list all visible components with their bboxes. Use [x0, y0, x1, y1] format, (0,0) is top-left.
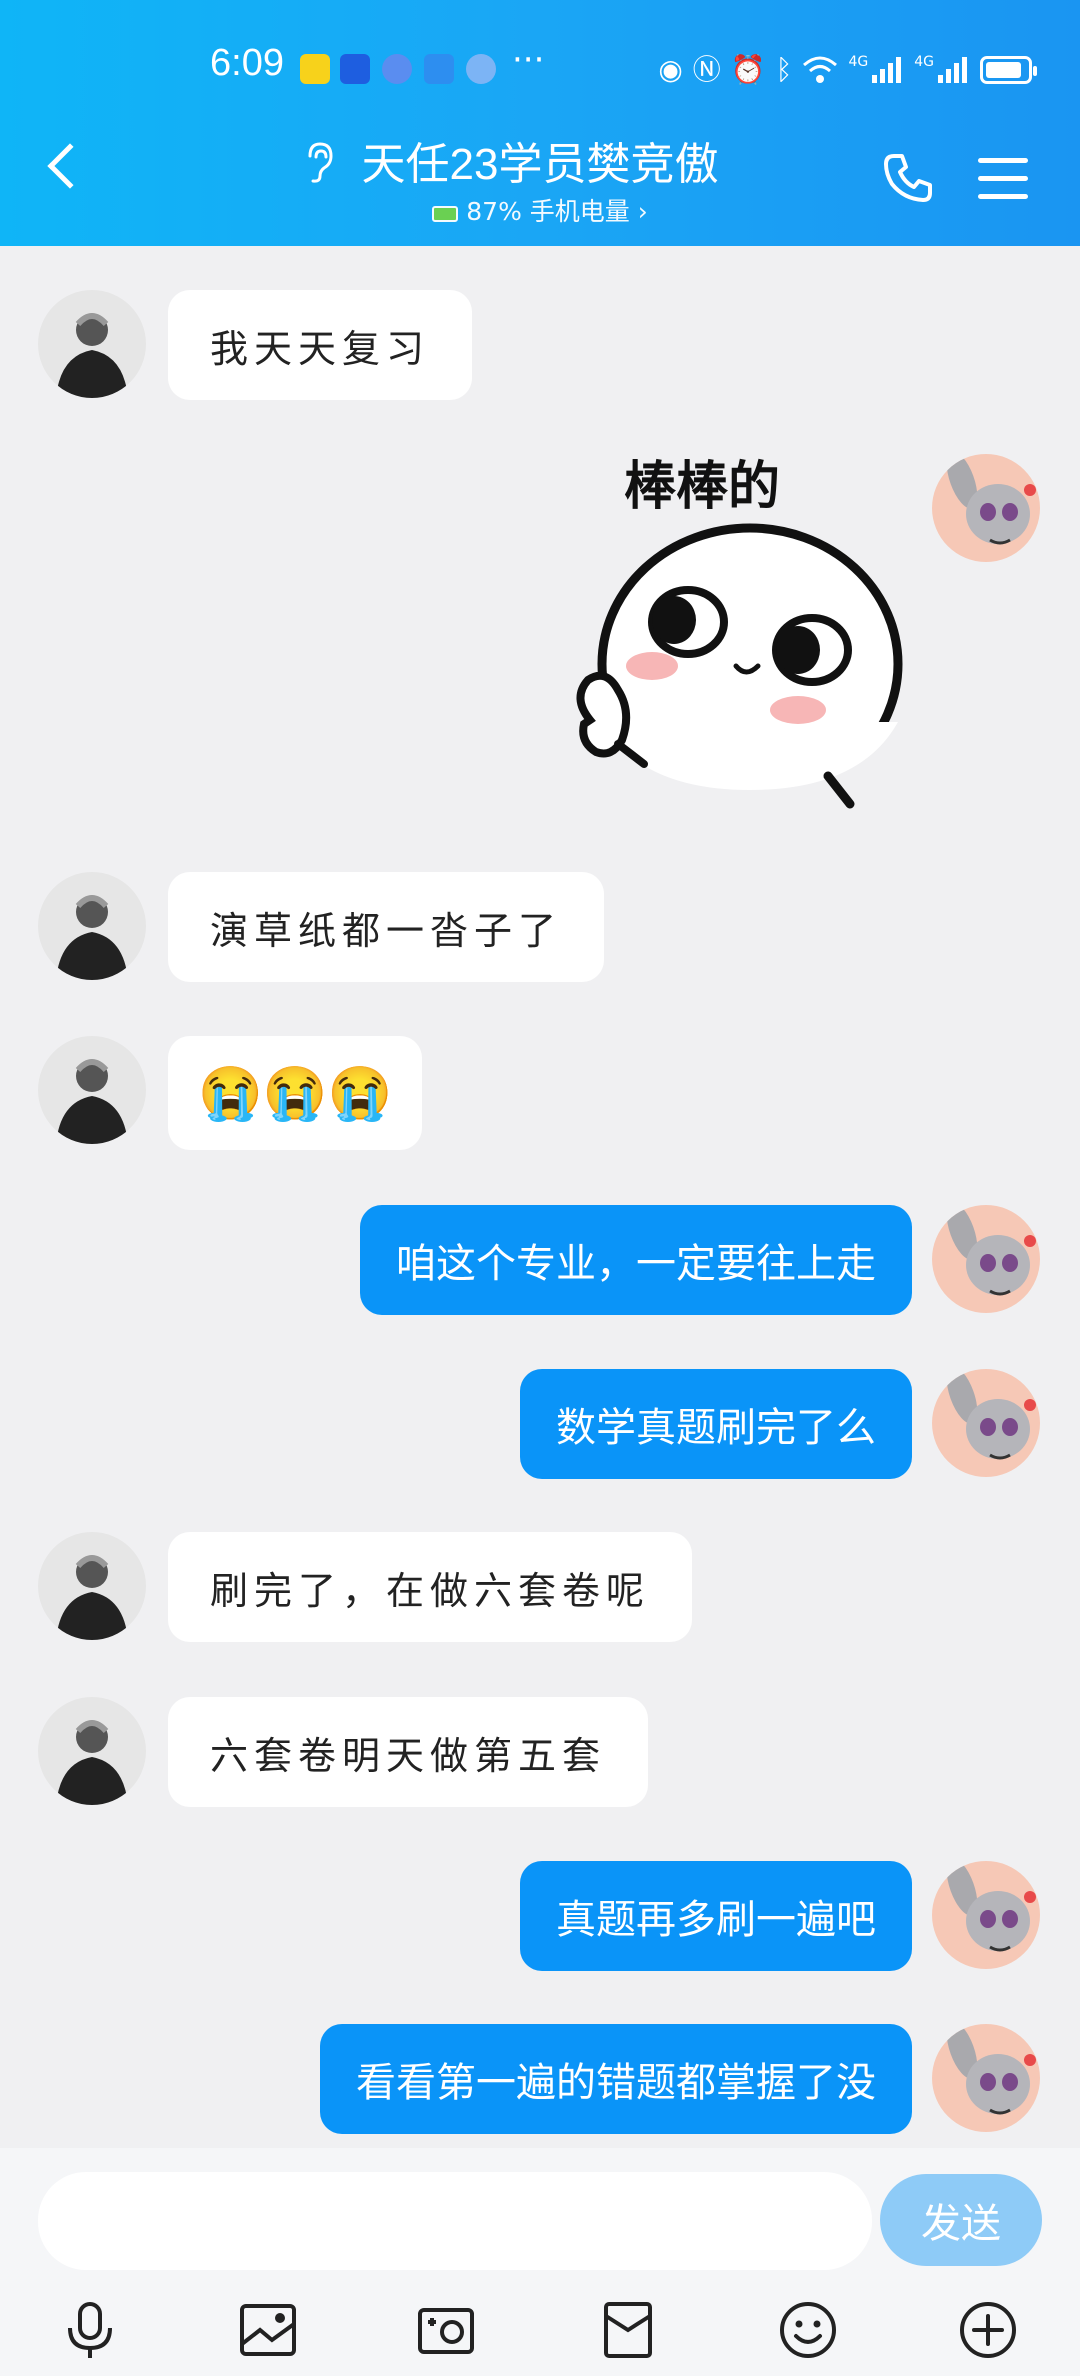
message-bubble[interactable]: 演草纸都一沓子了	[168, 872, 605, 982]
message-text: 演草纸都一沓子了	[210, 908, 563, 953]
message-bubble[interactable]: 看看第一遍的错题都掌握了没	[320, 2024, 912, 2134]
message-bubble[interactable]: 数学真题刷完了么	[520, 1369, 912, 1479]
message-text: 六套卷明天做第五套	[210, 1733, 607, 1778]
battery-icon	[980, 56, 1037, 84]
message-bubble[interactable]: 咱这个专业，一定要往上走	[360, 1205, 912, 1315]
app-notification-icon	[382, 54, 412, 84]
plus-icon[interactable]	[956, 2298, 1020, 2362]
menu-icon[interactable]	[978, 158, 1028, 200]
app-notification-icon	[340, 54, 370, 84]
message-text: 我天天复习	[210, 326, 431, 371]
eye-icon: ◉	[658, 53, 683, 86]
network-type-label: 4G	[914, 54, 934, 70]
message-bubble[interactable]: 真题再多刷一遍吧	[520, 1861, 912, 1971]
message-text: 咱这个专业，一定要往上走	[396, 1241, 876, 1287]
message-bubble[interactable]: 六套卷明天做第五套	[168, 1697, 649, 1807]
contact-avatar[interactable]	[38, 1036, 146, 1144]
message-text: 数学真题刷完了么	[556, 1405, 876, 1451]
message-text: 真题再多刷一遍吧	[556, 1897, 876, 1943]
chat-header: 6:09 ··· ◉ Ⓝ ⏰ ᛒ 4G 4G 天任23学员樊竞傲 87% 手机电…	[0, 0, 1080, 246]
cloud-icon	[466, 54, 496, 84]
my-avatar[interactable]	[932, 1205, 1040, 1313]
phone-icon[interactable]	[880, 150, 936, 206]
microphone-icon[interactable]	[58, 2298, 122, 2362]
contact-avatar[interactable]	[38, 290, 146, 398]
signal-icon	[938, 57, 967, 83]
wifi-icon	[803, 56, 838, 83]
image-icon[interactable]	[236, 2298, 300, 2362]
contact-avatar[interactable]	[38, 1697, 146, 1805]
chat-title: 天任23学员樊竞傲	[361, 140, 719, 189]
red-packet-icon[interactable]	[596, 2298, 660, 2362]
send-button[interactable]: 发送	[880, 2174, 1042, 2266]
more-notifications: ···	[512, 40, 545, 80]
battery-status-text: 87% 手机电量 ›	[466, 197, 648, 226]
crying-emoji-icon: 😭😭😭	[198, 1063, 393, 1124]
message-bubble[interactable]: 刷完了，在做六套卷呢	[168, 1532, 693, 1642]
contact-avatar[interactable]	[38, 872, 146, 980]
sticker-message[interactable]: 棒棒的	[560, 454, 920, 824]
my-avatar[interactable]	[932, 1369, 1040, 1477]
input-bar: 发送	[0, 2148, 1080, 2376]
status-time: 6:09	[210, 42, 284, 84]
message-text: 看看第一遍的错题都掌握了没	[356, 2060, 876, 2106]
status-indicators: ◉ Ⓝ ⏰ ᛒ 4G 4G	[658, 48, 1037, 92]
my-avatar[interactable]	[932, 2024, 1040, 2132]
camera-icon[interactable]	[414, 2298, 478, 2362]
signal-icon	[872, 57, 902, 83]
emoji-icon[interactable]	[776, 2298, 840, 2362]
contact-avatar[interactable]	[38, 1532, 146, 1640]
network-type-label: 4G	[848, 54, 869, 70]
sticker-caption: 棒棒的	[624, 457, 780, 517]
battery-level	[986, 62, 1021, 78]
battery-icon	[432, 206, 459, 222]
app-notification-icon	[300, 54, 330, 84]
alarm-icon: ⏰	[730, 53, 766, 86]
message-bubble[interactable]: 我天天复习	[168, 290, 473, 400]
nfc-icon: Ⓝ	[692, 53, 721, 86]
message-text: 刷完了，在做六套卷呢	[210, 1568, 651, 1613]
message-bubble[interactable]: 😭😭😭	[168, 1036, 423, 1150]
app-notification-icon	[424, 54, 454, 84]
status-bar: 6:09 ··· ◉ Ⓝ ⏰ ᛒ 4G 4G	[0, 40, 1080, 100]
message-input[interactable]	[38, 2172, 872, 2270]
my-avatar[interactable]	[932, 1861, 1040, 1969]
bluetooth-icon: ᛒ	[775, 53, 793, 86]
my-avatar[interactable]	[932, 454, 1040, 562]
